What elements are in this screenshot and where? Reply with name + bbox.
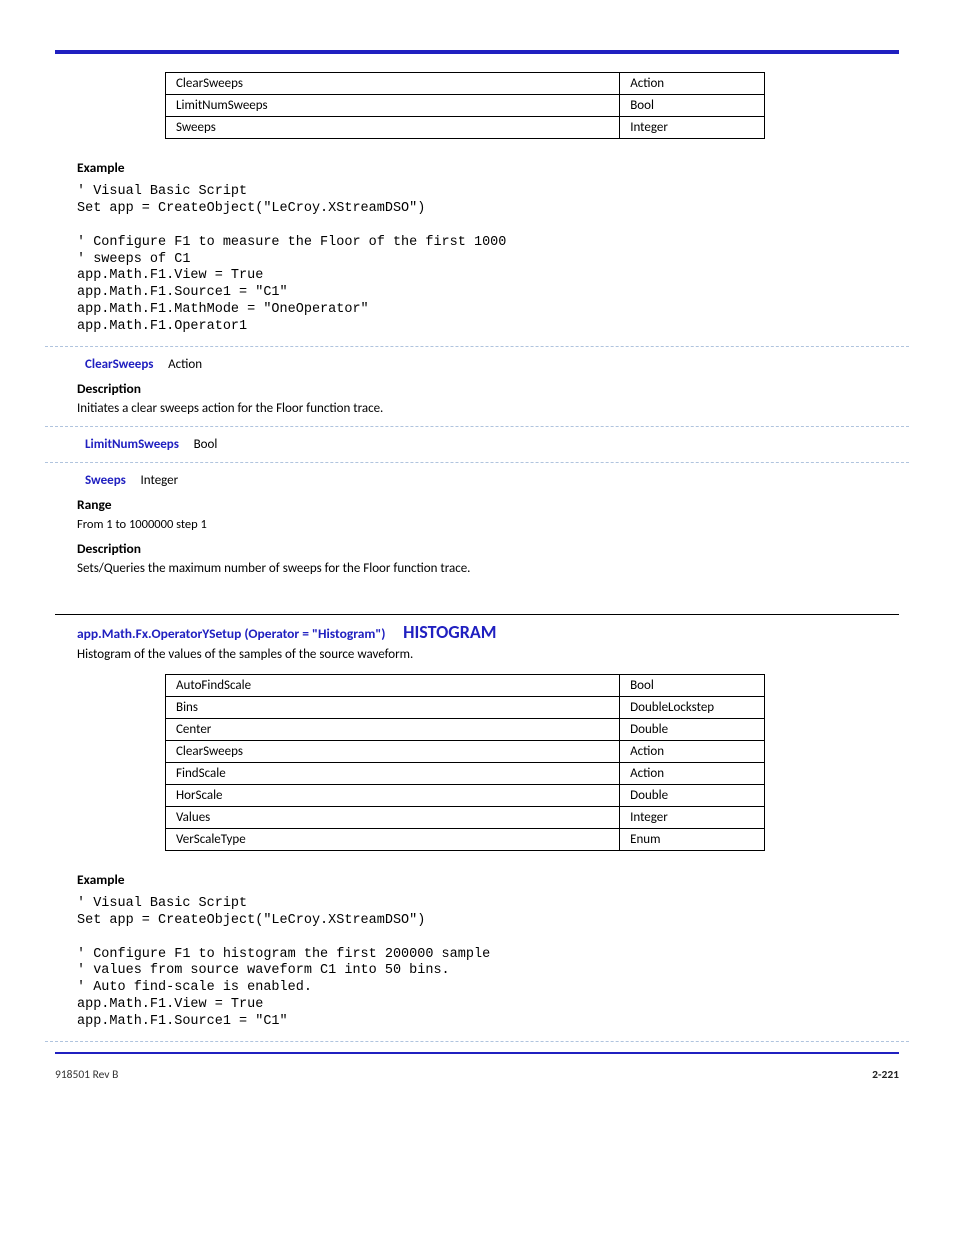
section-title: HISTOGRAM bbox=[403, 621, 496, 643]
header-rule bbox=[55, 50, 899, 54]
cell-name: Bins bbox=[166, 696, 620, 718]
cell-type: Action bbox=[620, 762, 765, 784]
example-label: Example bbox=[77, 871, 899, 888]
cell-type: Action bbox=[620, 740, 765, 762]
page-footer: 918501 Rev B 2-221 bbox=[55, 1068, 899, 1082]
clearsweeps-entry: ClearSweeps Action bbox=[85, 357, 899, 372]
solid-separator bbox=[55, 614, 899, 615]
table-row: FindScale Action bbox=[166, 762, 765, 784]
example-code-2: ' Visual Basic Script Set app = CreateOb… bbox=[77, 896, 899, 1031]
description-label: Description bbox=[77, 540, 899, 557]
histogram-properties-table: AutoFindScale Bool Bins DoubleLockstep C… bbox=[165, 674, 765, 851]
limitnumsweeps-entry: LimitNumSweeps Bool bbox=[85, 437, 899, 452]
entry-name: Sweeps bbox=[85, 473, 126, 488]
cell-name: FindScale bbox=[166, 762, 620, 784]
section-path: app.Math.Fx.OperatorYSetup (Operator = "… bbox=[77, 625, 386, 642]
cell-name: Center bbox=[166, 718, 620, 740]
range-label: Range bbox=[77, 496, 899, 513]
section-description: Histogram of the values of the samples o… bbox=[77, 647, 899, 662]
footer-rule bbox=[55, 1052, 899, 1054]
table-row: Center Double bbox=[166, 718, 765, 740]
cell-type: DoubleLockstep bbox=[620, 696, 765, 718]
dashed-separator bbox=[45, 1041, 909, 1042]
histogram-heading-row: app.Math.Fx.OperatorYSetup (Operator = "… bbox=[77, 621, 899, 643]
entry-name: LimitNumSweeps bbox=[85, 437, 179, 452]
table-row: HorScale Double bbox=[166, 784, 765, 806]
footer-right: 2-221 bbox=[872, 1068, 899, 1082]
table-row: Sweeps Integer bbox=[166, 117, 765, 139]
cell-type: Integer bbox=[620, 117, 765, 139]
dashed-separator bbox=[45, 346, 909, 347]
cell-name: Values bbox=[166, 806, 620, 828]
sweeps-entry: Sweeps Integer bbox=[85, 473, 899, 488]
cell-name: Sweeps bbox=[166, 117, 620, 139]
cell-type: Enum bbox=[620, 828, 765, 850]
table-row: LimitNumSweeps Bool bbox=[166, 95, 765, 117]
cell-type: Double bbox=[620, 718, 765, 740]
cell-type: Double bbox=[620, 784, 765, 806]
entry-type: Integer bbox=[141, 473, 179, 488]
cell-name: ClearSweeps bbox=[166, 740, 620, 762]
cell-type: Action bbox=[620, 73, 765, 95]
cell-name: ClearSweeps bbox=[166, 73, 620, 95]
table-row: Bins DoubleLockstep bbox=[166, 696, 765, 718]
example-code-1: ' Visual Basic Script Set app = CreateOb… bbox=[77, 184, 899, 336]
entry-type: Bool bbox=[194, 437, 218, 452]
table-row: AutoFindScale Bool bbox=[166, 674, 765, 696]
range-text: From 1 to 1000000 step 1 bbox=[77, 517, 899, 532]
cell-type: Bool bbox=[620, 674, 765, 696]
floor-properties-table: ClearSweeps Action LimitNumSweeps Bool S… bbox=[165, 72, 765, 139]
cell-type: Integer bbox=[620, 806, 765, 828]
entry-type: Action bbox=[168, 357, 202, 372]
footer-left: 918501 Rev B bbox=[55, 1068, 118, 1082]
cell-name: LimitNumSweeps bbox=[166, 95, 620, 117]
example-label: Example bbox=[77, 159, 899, 176]
cell-name: HorScale bbox=[166, 784, 620, 806]
entry-name: ClearSweeps bbox=[85, 357, 153, 372]
cell-name: VerScaleType bbox=[166, 828, 620, 850]
description-text: Sets/Queries the maximum number of sweep… bbox=[77, 561, 899, 576]
description-text: Initiates a clear sweeps action for the … bbox=[77, 401, 899, 416]
dashed-separator bbox=[45, 426, 909, 427]
table-row: ClearSweeps Action bbox=[166, 73, 765, 95]
table-row: Values Integer bbox=[166, 806, 765, 828]
table-row: ClearSweeps Action bbox=[166, 740, 765, 762]
description-label: Description bbox=[77, 380, 899, 397]
table-row: VerScaleType Enum bbox=[166, 828, 765, 850]
dashed-separator bbox=[45, 462, 909, 463]
cell-name: AutoFindScale bbox=[166, 674, 620, 696]
cell-type: Bool bbox=[620, 95, 765, 117]
